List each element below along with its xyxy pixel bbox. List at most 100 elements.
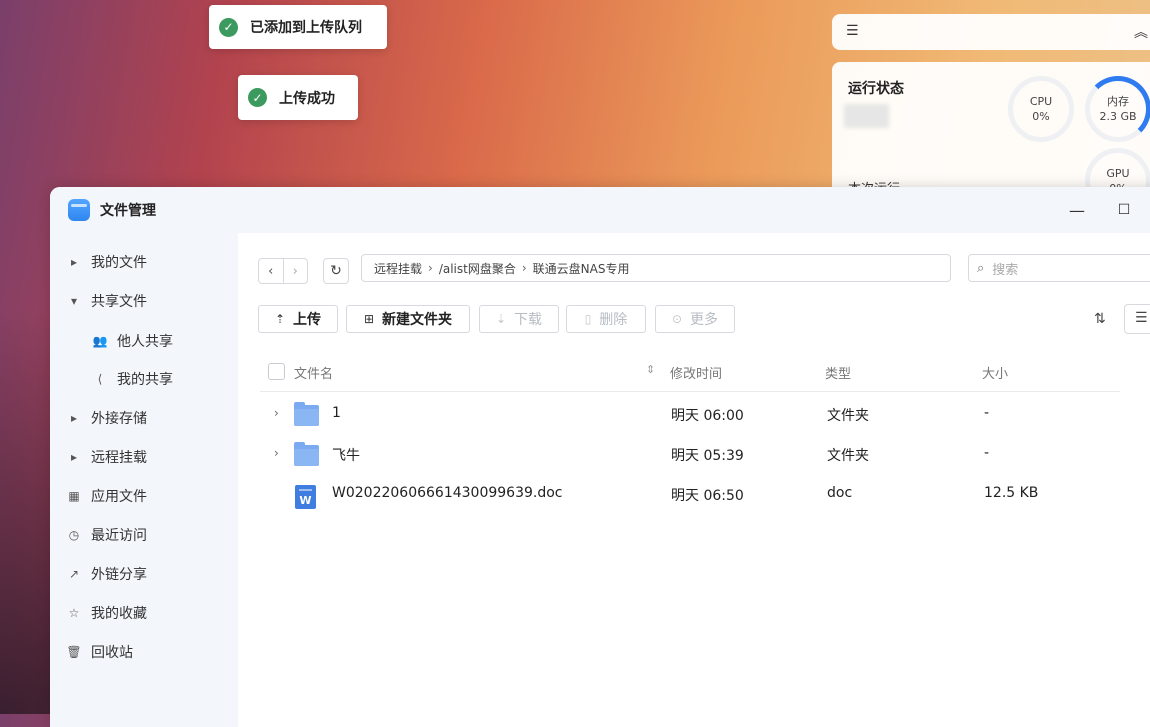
maximize-button[interactable]: ☐ (1112, 198, 1136, 222)
upload-label: 上传 (293, 312, 322, 328)
sidebar-item-label: 我的文件 (91, 255, 147, 271)
add-folder-icon: ⊞ (363, 312, 375, 326)
trash-icon: 🗑 (66, 645, 82, 659)
new-folder-button[interactable]: ⊞ 新建文件夹 (346, 305, 470, 333)
table-row[interactable]: W W020220606661430099639.doc 明天 06:50 do… (260, 474, 1120, 514)
sort-arrows-icon[interactable]: ⇕ (646, 363, 655, 376)
file-size: - (984, 445, 990, 461)
main-content: ‹ › ↻ 远程挂载 › /alist网盘聚合 › 联通云盘NAS专用 ⌕ 搜索… (238, 233, 1150, 727)
more-button[interactable]: ⊙ 更多 (655, 305, 735, 333)
memory-gauge: 内存 2.3 GB (1085, 76, 1150, 142)
more-icon: ⊙ (671, 312, 683, 326)
new-folder-label: 新建文件夹 (382, 312, 453, 328)
sidebar-item-label: 外链分享 (91, 567, 147, 583)
table-header: 文件名 ⇕ 修改时间 类型 大小 (260, 351, 1120, 392)
sidebar-item-label: 我的共享 (117, 372, 173, 388)
settings-sliders-icon[interactable]: ☰ (846, 23, 859, 39)
delete-label: 删除 (599, 312, 628, 328)
caret-right-icon: ▸ (70, 450, 78, 464)
list-view-icon: ☰ (1135, 310, 1148, 326)
column-type[interactable]: 类型 (825, 363, 851, 382)
memory-value: 2.3 GB (1099, 110, 1137, 123)
sidebar-item-label: 共享文件 (91, 294, 147, 310)
breadcrumb-item[interactable]: 远程挂载 (374, 260, 422, 277)
sidebar: ▸ 我的文件 ▾ 共享文件 👥 他人共享 ⟨ 我的共享 ▸ 外接存储 ▸ 远程挂… (50, 233, 238, 727)
cpu-value: 0% (1032, 110, 1050, 123)
file-name: W020220606661430099639.doc (332, 485, 563, 501)
sidebar-item-label: 外接存储 (91, 411, 147, 427)
external-link-icon: ↗ (68, 567, 80, 581)
back-button[interactable]: ‹ (259, 259, 283, 283)
file-size: 12.5 KB (984, 485, 1039, 501)
check-circle-icon: ✓ (248, 88, 267, 107)
caret-right-icon: ▸ (70, 411, 78, 425)
toast-text: 上传成功 (279, 90, 335, 107)
file-modified: 明天 06:00 (671, 408, 744, 424)
sidebar-item-label: 远程挂载 (91, 450, 147, 466)
sidebar-item-recent[interactable]: ◷ 最近访问 (50, 519, 238, 551)
title-bar[interactable]: 文件管理 — ☐ (50, 187, 1150, 233)
system-status-widget: 运行状态 本次运行 CPU 0% 内存 2.3 GB GPU 0% (832, 62, 1150, 214)
sidebar-item-external-storage[interactable]: ▸ 外接存储 (50, 402, 238, 434)
search-placeholder: 搜索 (992, 262, 1019, 278)
history-nav: ‹ › (258, 258, 308, 284)
gpu-label: GPU (1106, 167, 1130, 180)
download-button[interactable]: ⇣ 下载 (479, 305, 559, 333)
view-toggle[interactable]: ☰ (1124, 304, 1150, 334)
share-icon: ⟨ (97, 372, 103, 386)
file-manager-window: 文件管理 — ☐ ▸ 我的文件 ▾ 共享文件 👥 他人共享 ⟨ 我的共享 ▸ 外… (50, 187, 1150, 727)
toast-queued: ✓ 已添加到上传队列 (209, 5, 387, 49)
table-row[interactable]: › 1 明天 06:00 文件夹 - (260, 394, 1120, 434)
breadcrumb[interactable]: 远程挂载 › /alist网盘聚合 › 联通云盘NAS专用 (361, 254, 951, 282)
table-row[interactable]: › 飞牛 明天 05:39 文件夹 - (260, 434, 1120, 474)
users-icon: 👥 (92, 334, 108, 348)
select-all-checkbox[interactable] (268, 363, 285, 380)
column-modified[interactable]: 修改时间 (670, 363, 722, 382)
column-name[interactable]: 文件名 (294, 363, 333, 382)
upload-button[interactable]: ⇡ 上传 (258, 305, 338, 333)
search-input[interactable]: ⌕ 搜索 (968, 254, 1150, 282)
chevron-right-icon[interactable]: › (274, 406, 279, 420)
sort-icon[interactable]: ⇅ (1094, 311, 1106, 327)
cpu-gauge: CPU 0% (1008, 76, 1074, 142)
minimize-button[interactable]: — (1065, 198, 1089, 222)
sidebar-item-label: 应用文件 (91, 489, 147, 505)
window-title: 文件管理 (100, 203, 156, 219)
sidebar-item-remote-mount[interactable]: ▸ 远程挂载 (50, 441, 238, 473)
breadcrumb-item[interactable]: 联通云盘NAS专用 (533, 260, 630, 277)
cpu-label: CPU (1029, 95, 1053, 108)
refresh-button[interactable]: ↻ (323, 258, 349, 284)
memory-label: 内存 (1107, 95, 1129, 108)
sidebar-item-app-files[interactable]: ▦ 应用文件 (50, 480, 238, 512)
sidebar-item-label: 最近访问 (91, 528, 147, 544)
file-type: 文件夹 (827, 448, 869, 464)
column-size[interactable]: 大小 (982, 363, 1008, 382)
blurred-value (844, 104, 889, 128)
breadcrumb-item[interactable]: /alist网盘聚合 (439, 260, 516, 277)
sidebar-item-favorites[interactable]: ☆ 我的收藏 (50, 597, 238, 629)
forward-button[interactable]: › (282, 259, 308, 283)
sidebar-item-shared-files[interactable]: ▾ 共享文件 (50, 285, 238, 317)
sidebar-item-my-files[interactable]: ▸ 我的文件 (50, 246, 238, 278)
star-icon: ☆ (68, 606, 80, 620)
chevron-up-icon[interactable]: ︽ (1134, 22, 1148, 42)
file-size: - (984, 405, 990, 421)
system-widget-header: ☰ ︽ (832, 14, 1150, 50)
more-label: 更多 (690, 312, 719, 328)
download-label: 下载 (514, 312, 543, 328)
sidebar-item-my-shares[interactable]: ⟨ 我的共享 (50, 363, 238, 395)
file-modified: 明天 05:39 (671, 448, 744, 464)
sidebar-item-label: 我的收藏 (91, 606, 147, 622)
sidebar-item-trash[interactable]: 🗑 回收站 (50, 636, 238, 668)
sidebar-item-shared-with-me[interactable]: 👥 他人共享 (50, 325, 238, 357)
delete-button[interactable]: ▯ 删除 (566, 305, 646, 333)
chevron-right-icon[interactable]: › (274, 446, 279, 460)
file-manager-app-icon (68, 199, 90, 221)
chevron-right-icon: › (428, 261, 433, 275)
caret-down-icon: ▾ (70, 294, 78, 308)
sidebar-item-external-links[interactable]: ↗ 外链分享 (50, 558, 238, 590)
folder-icon (294, 402, 319, 426)
file-name: 飞牛 (332, 448, 360, 464)
chevron-right-icon: › (521, 261, 527, 275)
caret-right-icon: ▸ (70, 255, 78, 269)
